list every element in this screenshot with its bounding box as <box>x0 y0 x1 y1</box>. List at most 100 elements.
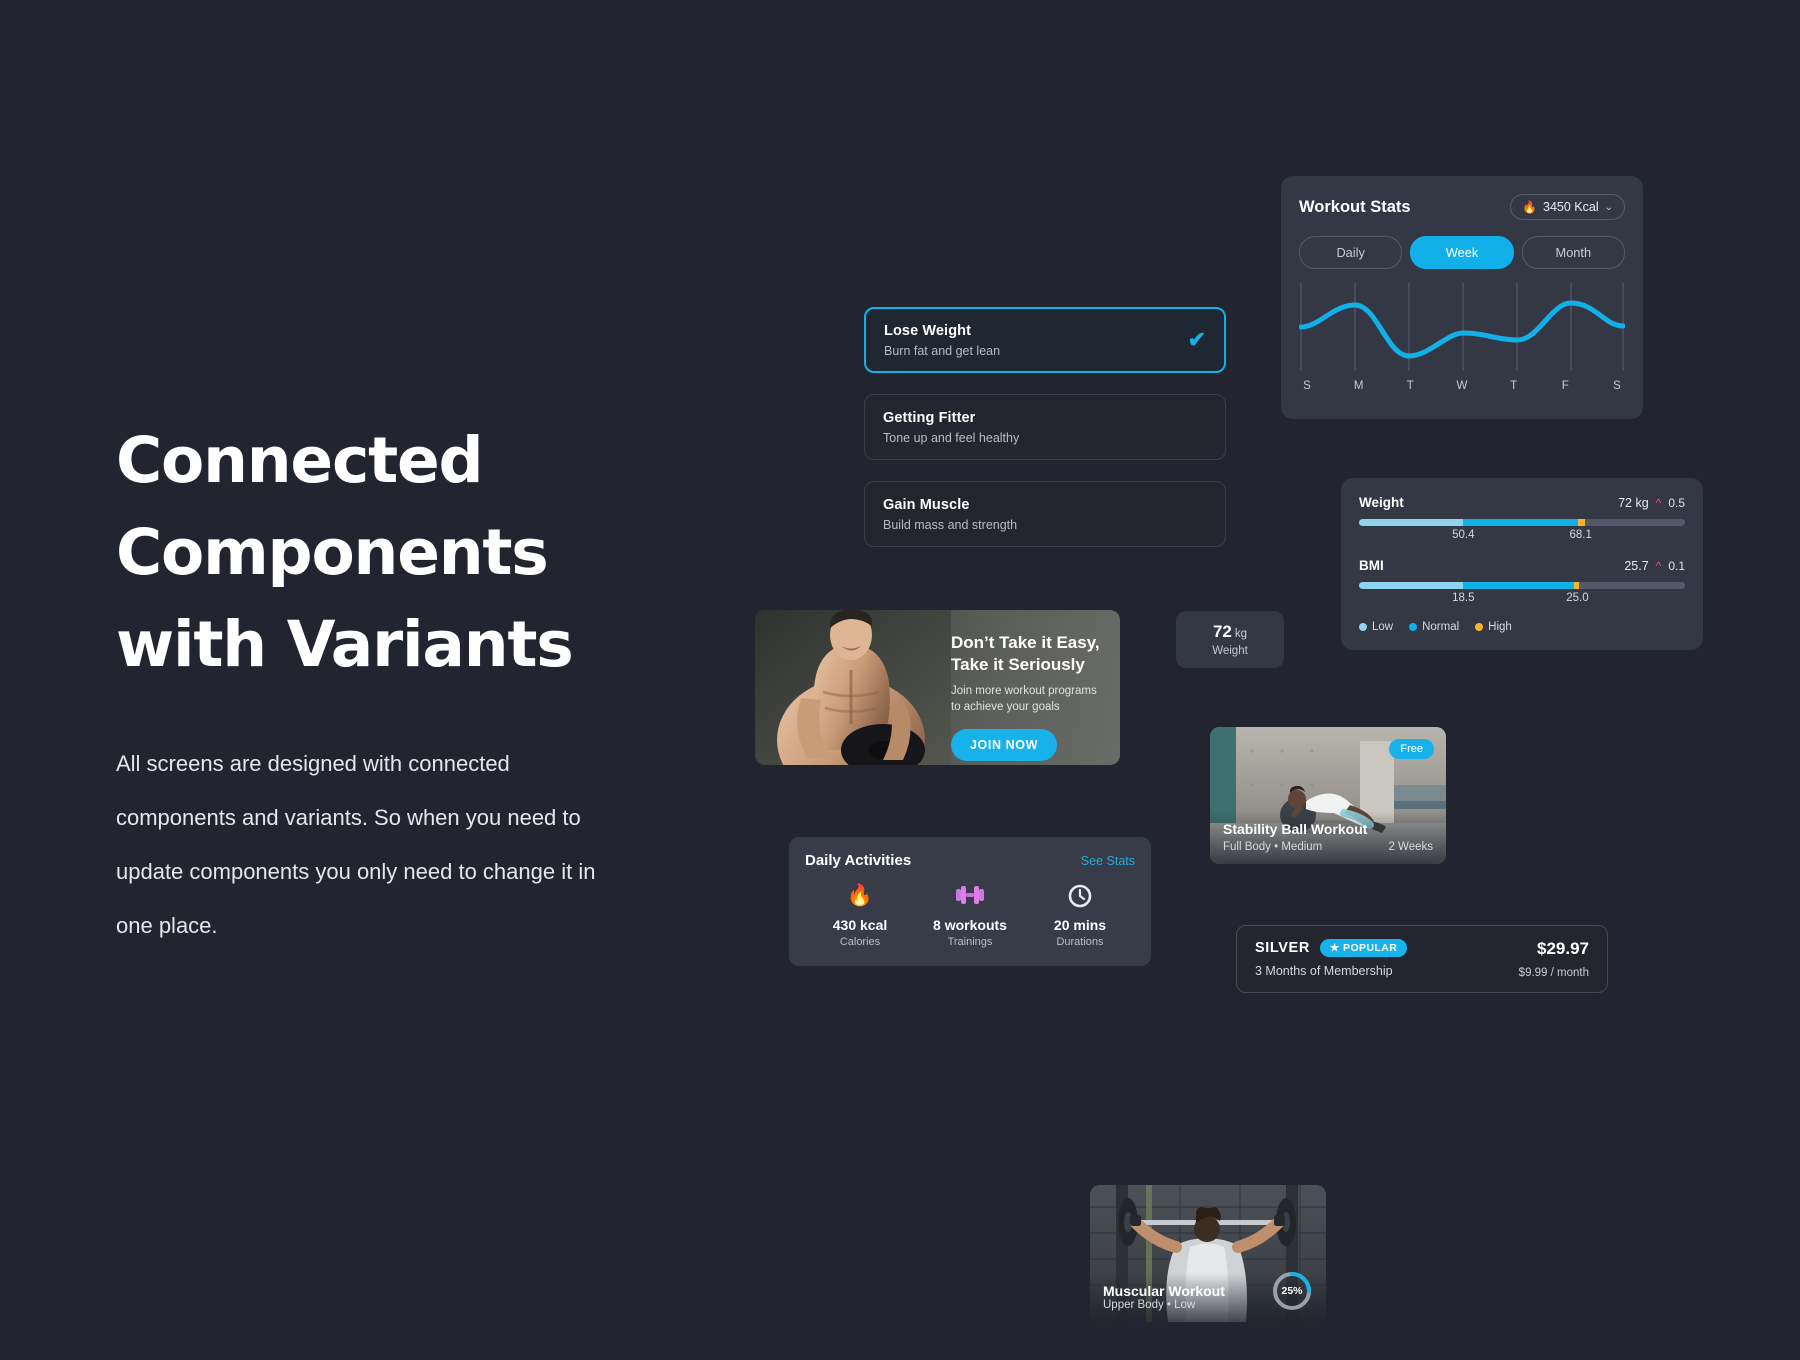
workout-line-chart <box>1299 283 1625 371</box>
legend-label: High <box>1488 621 1512 633</box>
range-tick: 25.0 <box>1566 592 1589 604</box>
daily-activities-card: Daily Activities See Stats 🔥 430 kcal Ca… <box>789 837 1151 966</box>
x-tick-1: M <box>1353 380 1364 392</box>
x-tick-3: W <box>1456 380 1468 392</box>
metric-value: 25.7 <box>1624 559 1649 573</box>
x-tick-2: T <box>1406 380 1414 392</box>
workout-card-subtitle: Full Body • Medium <box>1223 841 1323 853</box>
metric-row-weight: Weight 72 kg ^ 0.5 50.4 68.1 <box>1359 495 1685 546</box>
x-tick-0: S <box>1303 380 1311 392</box>
clock-icon <box>1025 884 1135 910</box>
range-tick: 68.1 <box>1569 529 1592 541</box>
workout-stats-header: Workout Stats 🔥 3450 Kcal ⌄ <box>1299 194 1625 220</box>
weight-stat-pill: 72 kg Weight <box>1176 611 1284 668</box>
membership-tier: SILVER <box>1255 940 1310 956</box>
weight-value: 72 <box>1212 622 1232 641</box>
activity-label: Calories <box>839 936 881 948</box>
range-low-segment <box>1359 582 1464 589</box>
legend-dot-icon <box>1409 623 1418 631</box>
kcal-dropdown[interactable]: 🔥 3450 Kcal ⌄ <box>1510 194 1625 220</box>
activity-value: 8 workouts <box>933 917 1007 933</box>
join-now-button[interactable]: JOIN NOW <box>951 729 1057 761</box>
membership-subtitle: 3 Months of Membership <box>1255 964 1393 978</box>
promo-banner[interactable]: Don’t Take it Easy, Take it Seriously Jo… <box>755 610 1120 765</box>
weight-unit: kg <box>1234 628 1248 640</box>
hero-copy: Connected Components with Variants All s… <box>116 415 636 953</box>
chart-line <box>1299 300 1625 359</box>
bmi-range-ticks: 18.5 25.0 <box>1359 592 1685 609</box>
metric-delta: 0.1 <box>1668 559 1685 573</box>
page-title: Connected Components with Variants <box>116 415 636 691</box>
activity-label: Trainings <box>947 936 993 948</box>
see-stats-link[interactable]: See Stats <box>1081 854 1135 868</box>
legend-item-low: Low <box>1359 621 1393 633</box>
legend-label: Normal <box>1422 621 1460 633</box>
workout-stats-card: Workout Stats 🔥 3450 Kcal ⌄ Daily Week M… <box>1281 176 1643 419</box>
metric-value: 72 kg <box>1618 496 1649 510</box>
chart-svg <box>1299 283 1625 371</box>
chart-x-axis-labels: S M T W T F S <box>1299 380 1625 392</box>
metric-delta: 0.5 <box>1668 496 1685 510</box>
range-low-segment <box>1359 519 1464 526</box>
goal-title: Gain Muscle <box>883 496 970 513</box>
goal-subtitle: Build mass and strength <box>883 517 1018 532</box>
tab-daily[interactable]: Daily <box>1299 236 1403 269</box>
progress-value: 25% <box>1281 1285 1303 1297</box>
legend-dot-icon <box>1475 623 1484 631</box>
chart-gridlines <box>1300 283 1624 371</box>
tab-week[interactable]: Week <box>1410 236 1514 269</box>
workout-card-title: Stability Ball Workout <box>1223 821 1368 837</box>
range-marker <box>1574 582 1580 589</box>
activity-item-trainings: 8 workouts Trainings <box>915 884 1025 948</box>
goal-title: Lose Weight <box>884 322 972 339</box>
membership-right: $29.97 $9.99 / month <box>1519 939 1589 979</box>
workout-card-overlay: Stability Ball Workout Full Body • Mediu… <box>1210 811 1446 864</box>
promo-photo <box>755 610 951 765</box>
legend-dot-icon <box>1359 623 1367 631</box>
range-marker <box>1577 519 1585 526</box>
metric-label: Weight <box>1359 495 1404 510</box>
range-tick: 18.5 <box>1452 592 1475 604</box>
headline-line-1: Connected <box>116 424 484 497</box>
bodybuilder-photo-illustration <box>755 610 951 765</box>
progress-ring: 25% <box>1271 1270 1313 1312</box>
membership-per-month: $9.99 / month <box>1518 967 1589 979</box>
period-segmented-control: Daily Week Month <box>1299 236 1625 269</box>
weight-range-ticks: 50.4 68.1 <box>1359 529 1685 546</box>
workout-card-duration: 2 Weeks <box>1388 841 1433 853</box>
goal-option-gain-muscle[interactable]: Gain Muscle Build mass and strength <box>864 481 1226 547</box>
trend-up-icon: ^ <box>1655 496 1662 510</box>
metric-row-bmi: BMI 25.7 ^ 0.1 18.5 25.0 <box>1359 558 1685 609</box>
promo-headline-line-2: Take it Seriously <box>951 655 1085 674</box>
tab-month[interactable]: Month <box>1521 236 1625 269</box>
canvas: Connected Components with Variants All s… <box>0 0 1800 1360</box>
headline-line-2: Components <box>116 516 549 589</box>
dumbbell-icon <box>915 884 1025 910</box>
range-normal-segment <box>1463 582 1578 589</box>
free-badge: Free <box>1389 739 1434 759</box>
goal-option-getting-fitter[interactable]: Getting Fitter Tone up and feel healthy <box>864 394 1226 460</box>
range-tick: 50.4 <box>1452 529 1475 541</box>
chevron-down-icon: ⌄ <box>1604 201 1613 213</box>
goal-option-lose-weight[interactable]: Lose Weight Burn fat and get lean ✔ <box>864 307 1226 373</box>
membership-card-silver[interactable]: SILVER ★ POPULAR 3 Months of Membership … <box>1236 925 1608 993</box>
weight-value-row: 72 kg <box>1213 622 1247 642</box>
goal-title: Getting Fitter <box>883 409 976 426</box>
metric-label: BMI <box>1359 558 1384 573</box>
trend-up-icon: ^ <box>1655 559 1662 573</box>
bmi-range-bar <box>1359 582 1685 589</box>
workout-card-muscular[interactable]: Muscular Workout Upper Body • Low 25% <box>1090 1185 1326 1322</box>
activity-item-calories: 🔥 430 kcal Calories <box>805 884 915 948</box>
activity-value: 430 kcal <box>832 917 888 933</box>
legend-item-high: High <box>1475 621 1512 633</box>
legend-label: Low <box>1372 621 1394 633</box>
popular-badge: ★ POPULAR <box>1319 939 1408 957</box>
workout-stats-title: Workout Stats <box>1299 197 1411 216</box>
workout-card-stability-ball[interactable]: Free Stability Ball Workout Full Body • … <box>1210 727 1446 864</box>
promo-subtitle-line-2: to achieve your goals <box>951 701 1060 713</box>
promo-subtitle-line-1: Join more workout programs <box>951 685 1097 697</box>
membership-price: $29.97 <box>1537 939 1589 958</box>
activity-item-durations: 20 mins Durations <box>1025 884 1135 948</box>
x-tick-4: T <box>1510 380 1518 392</box>
body-metrics-card: Weight 72 kg ^ 0.5 50.4 68.1 BMI 25.7 ^ … <box>1341 478 1703 650</box>
